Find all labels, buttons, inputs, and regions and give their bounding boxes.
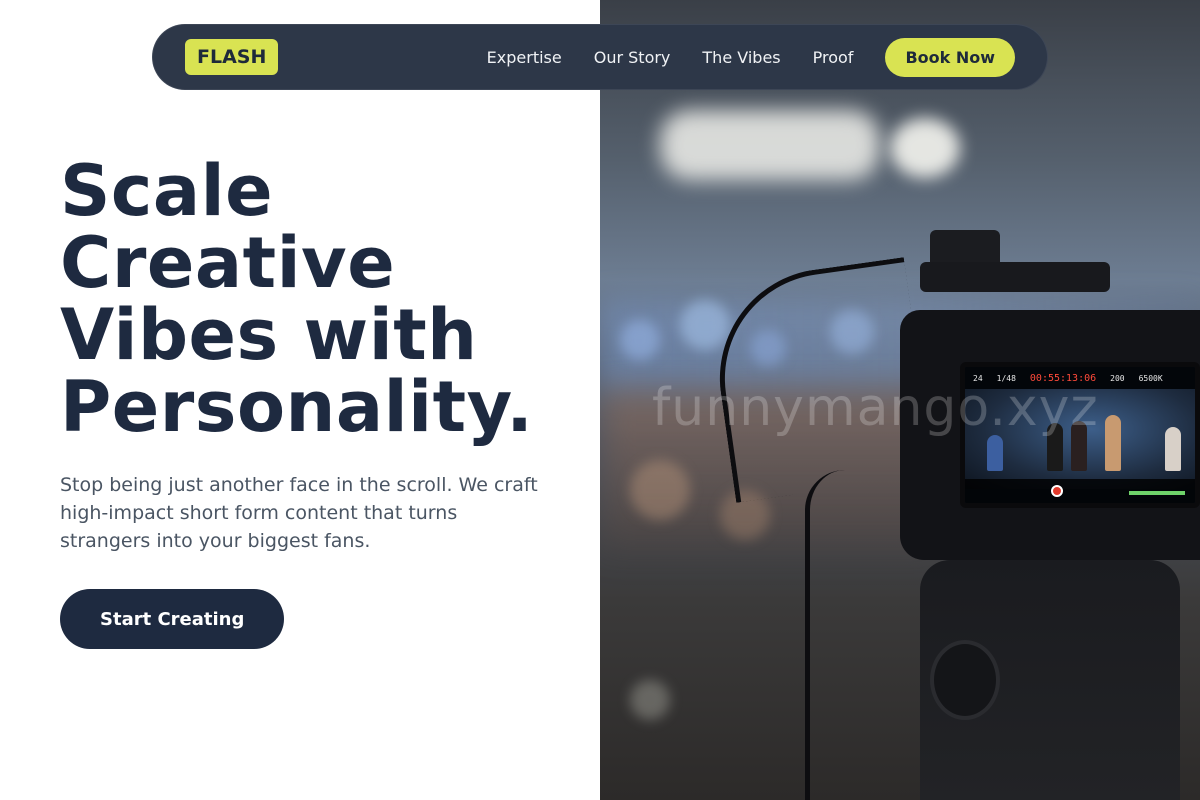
performer <box>1165 427 1181 471</box>
headline-line: Vibes with <box>60 294 478 376</box>
headline-line: Scale <box>60 150 274 232</box>
light-blur <box>660 110 880 180</box>
nav-links: Expertise Our Story The Vibes Proof Book… <box>487 37 1015 77</box>
tripod-knob <box>930 640 1000 720</box>
monitor-bottom-bar <box>965 479 1195 503</box>
audio-meter <box>1129 491 1185 495</box>
light-blur <box>890 118 960 178</box>
top-navbar: FLASH Expertise Our Story The Vibes Proo… <box>152 24 1048 90</box>
headline-line: Creative <box>60 222 396 304</box>
headline-line: Personality. <box>60 366 534 448</box>
hero-section: Scale Creative Vibes with Personality. S… <box>60 155 580 649</box>
monitor-label: 200 <box>1110 373 1125 383</box>
brand-logo[interactable]: FLASH <box>185 39 279 75</box>
bokeh-light <box>630 680 670 720</box>
nav-link-proof[interactable]: Proof <box>813 48 854 67</box>
bokeh-light <box>620 320 660 360</box>
start-creating-button[interactable]: Start Creating <box>60 589 285 649</box>
hero-subtext: Stop being just another face in the scro… <box>60 474 538 552</box>
camera-cable <box>805 470 865 800</box>
nav-link-expertise[interactable]: Expertise <box>487 48 562 67</box>
hero-headline: Scale Creative Vibes with Personality. <box>60 155 580 443</box>
watermark: funnymango.xyz <box>652 378 1099 438</box>
monitor-label: 6500K <box>1138 373 1163 383</box>
nav-link-our-story[interactable]: Our Story <box>594 48 671 67</box>
performer <box>987 435 1003 471</box>
record-icon <box>1051 485 1063 497</box>
bokeh-light <box>680 300 730 350</box>
performer <box>1105 415 1121 471</box>
bokeh-light <box>630 460 690 520</box>
nav-link-the-vibes[interactable]: The Vibes <box>702 48 780 67</box>
book-now-button[interactable]: Book Now <box>885 37 1015 77</box>
camera-top-rail <box>920 262 1110 292</box>
hero-image: 24 1/48 00:55:13:06 200 6500K funnymango… <box>600 0 1200 800</box>
